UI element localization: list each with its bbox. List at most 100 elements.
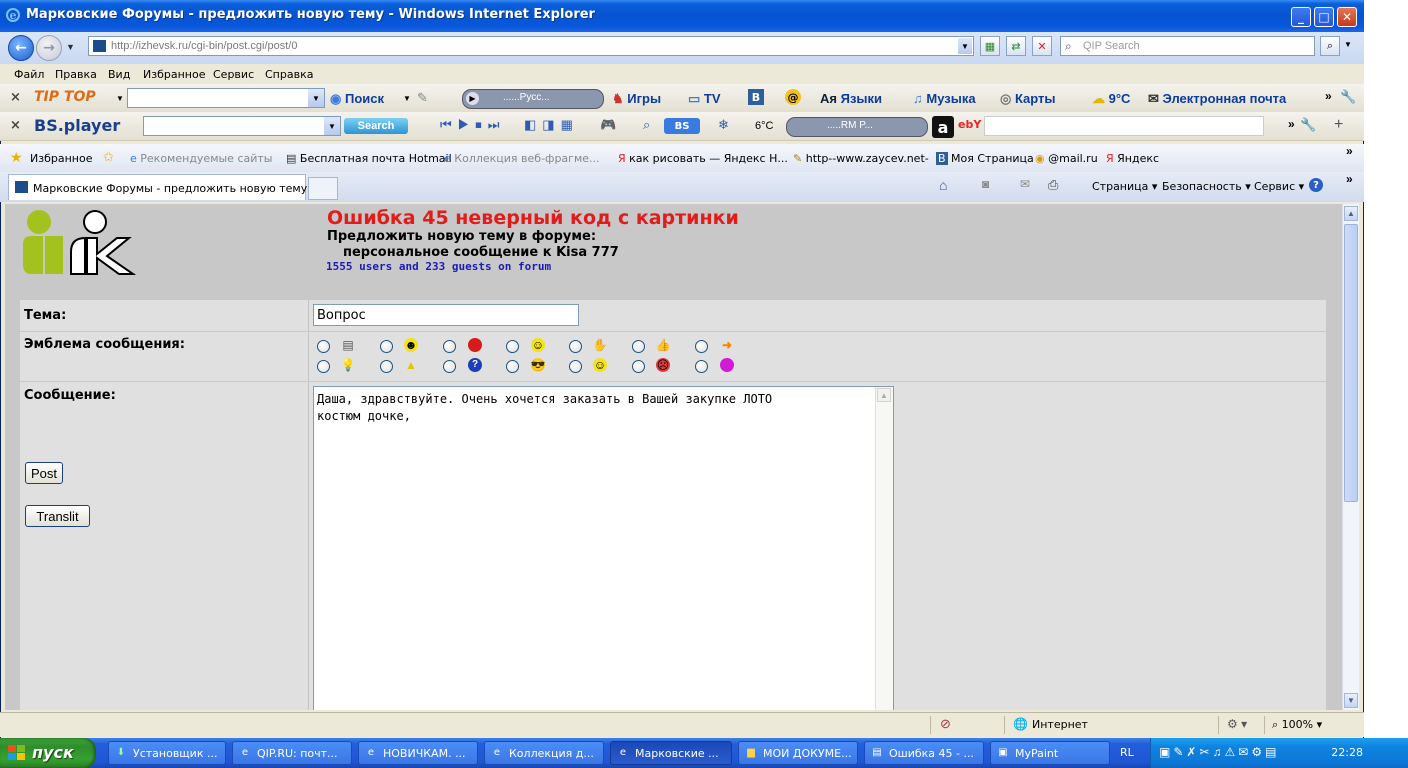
feeds-icon[interactable]: ◙: [982, 177, 989, 191]
start-button[interactable]: пуск: [0, 738, 96, 768]
page-menu[interactable]: Страница ▾: [1092, 180, 1157, 193]
menu-edit[interactable]: Правка: [55, 68, 97, 81]
help-icon[interactable]: ?: [1309, 178, 1323, 192]
ebay-icon[interactable]: ebY: [958, 118, 981, 131]
menu-help[interactable]: Справка: [265, 68, 313, 81]
translit-button[interactable]: Translit: [25, 505, 90, 527]
fav-my-page[interactable]: B Моя Страница: [936, 152, 1034, 165]
taskbar-button-qip[interactable]: e QIP.RU: почт...: [232, 741, 352, 765]
emblem-radio[interactable]: [506, 340, 519, 353]
address-dropdown-icon[interactable]: ▼: [958, 38, 972, 54]
stop-icon[interactable]: ✕: [1032, 36, 1052, 56]
print-icon[interactable]: ⎙: [1048, 177, 1058, 193]
language-indicator[interactable]: RL: [1120, 746, 1134, 759]
mailru-icon[interactable]: @: [785, 89, 801, 105]
add-icon[interactable]: +: [1334, 116, 1343, 134]
emblem-radio[interactable]: [317, 340, 330, 353]
emblem-radio[interactable]: [380, 360, 393, 373]
taskbar-button-novichkam[interactable]: e НОВИЧКАМ. ...: [358, 741, 478, 765]
forward-button[interactable]: →: [36, 35, 62, 61]
play-icon[interactable]: ▶: [466, 92, 479, 105]
taskbar-button-markovskie[interactable]: e Марковские ...: [610, 741, 732, 765]
history-dropdown-icon[interactable]: ▼: [66, 42, 75, 52]
emblem-radio[interactable]: [317, 360, 330, 373]
chevron-right-icon[interactable]: »: [1346, 172, 1353, 186]
close-toolbar-icon[interactable]: ×: [10, 90, 21, 105]
mail-icon[interactable]: ✉: [1020, 177, 1030, 191]
wrench-icon[interactable]: 🔧: [1340, 89, 1356, 105]
menu-tools[interactable]: Сервис: [213, 68, 254, 81]
fav-hotmail[interactable]: ▤ Бесплатная почта Hotmail: [286, 152, 452, 165]
protected-mode-icon[interactable]: ⚙ ▾: [1227, 717, 1247, 731]
fav-webslices[interactable]: e Коллекция веб-фрагме...: [444, 152, 600, 165]
emblem-radio[interactable]: [632, 360, 645, 373]
scroll-up-icon[interactable]: ▲: [1344, 206, 1358, 221]
languages-button[interactable]: Aя Языки: [820, 91, 882, 106]
fav-mailru[interactable]: ◉ @mail.ru: [1035, 152, 1098, 165]
taskbar-button-mypaint[interactable]: ▣ MyPaint: [990, 741, 1110, 765]
search-dropdown-icon[interactable]: ▼: [403, 94, 411, 103]
chevron-right-icon[interactable]: »: [1325, 89, 1332, 103]
tiptop-search-input[interactable]: ▼: [127, 88, 325, 108]
tv-button[interactable]: ▭ TV: [688, 91, 721, 107]
minimize-button[interactable]: _: [1291, 7, 1311, 27]
page-scrollbar[interactable]: ▲ ▼: [1342, 204, 1359, 710]
scroll-thumb[interactable]: [1344, 224, 1358, 502]
search-box[interactable]: ⌕ QIP Search: [1060, 36, 1315, 56]
taskbar-button-installer[interactable]: ⬇ Установщик ...: [108, 741, 226, 765]
fav-recommended[interactable]: e Рекомендуемые сайты: [130, 152, 272, 165]
games-button[interactable]: ♞ Игры: [612, 91, 661, 107]
taskbar-button-error[interactable]: ▤ Ошибка 45 - ...: [864, 741, 984, 765]
email-button[interactable]: ✉ Электронная почта: [1148, 91, 1286, 107]
home-icon[interactable]: ⌂: [939, 177, 947, 193]
search-go-icon[interactable]: ⌕: [1320, 36, 1340, 56]
wrench-icon[interactable]: 🔧: [1300, 117, 1316, 133]
scroll-up-icon[interactable]: ▲: [877, 388, 891, 402]
title-bar[interactable]: e Марковские Форумы - предложить новую т…: [0, 0, 1364, 32]
emblem-radio[interactable]: [443, 360, 456, 373]
weather-button[interactable]: ☁ 9°C: [1092, 91, 1130, 107]
emblem-radio[interactable]: [695, 360, 708, 373]
menu-favorites[interactable]: Избранное: [143, 68, 205, 81]
security-menu[interactable]: Безопасность ▾: [1162, 180, 1251, 193]
close-toolbar-icon[interactable]: ×: [10, 118, 21, 133]
maximize-button[interactable]: □: [1314, 7, 1334, 27]
bs-button[interactable]: BS: [664, 118, 700, 134]
tray-icons[interactable]: ▣✎✗✂♫⚠✉⚙▤: [1159, 745, 1279, 759]
gamepad-icon[interactable]: 🎮: [600, 117, 616, 133]
emblem-radio[interactable]: [569, 360, 582, 373]
menu-file[interactable]: Файл: [14, 68, 44, 81]
snow-icon[interactable]: ❄: [718, 117, 729, 133]
amazon-icon[interactable]: a: [932, 116, 954, 138]
compat-icon[interactable]: ▦: [980, 36, 1000, 56]
bsplayer-search-button[interactable]: Search: [344, 118, 408, 134]
taskbar-button-collection[interactable]: e Коллекция д...: [484, 741, 604, 765]
maps-button[interactable]: ◎ Карты: [1000, 91, 1056, 107]
emblem-radio[interactable]: [506, 360, 519, 373]
zoom-control[interactable]: ⌕ 100% ▾: [1272, 718, 1322, 732]
emblem-radio[interactable]: [380, 340, 393, 353]
media-controls-icon[interactable]: ⏮▶⏹⏭: [440, 117, 506, 133]
tiptop-menu-icon[interactable]: ▼: [116, 94, 124, 103]
emblem-radio[interactable]: [443, 340, 456, 353]
taskbar-button-documents[interactable]: ▆ МОИ ДОКУМЕ...: [738, 741, 858, 765]
emblem-radio[interactable]: [695, 340, 708, 353]
pencil-icon[interactable]: ✎: [417, 90, 428, 106]
chevron-right-icon[interactable]: »: [1346, 144, 1353, 158]
textarea-scrollbar[interactable]: ▲: [875, 387, 893, 710]
music-button[interactable]: ♫ Музыка: [913, 91, 976, 106]
post-button[interactable]: Post: [25, 462, 63, 484]
message-textarea[interactable]: Даша, здравствуйте. Очень хочется заказа…: [313, 386, 894, 710]
scroll-down-icon[interactable]: ▼: [1344, 693, 1358, 708]
tab-active[interactable]: Марковские Форумы - предложить новую тем…: [8, 174, 307, 200]
fav-yandex[interactable]: Я Яндекс: [1106, 152, 1159, 165]
emblem-radio[interactable]: [632, 340, 645, 353]
blocked-icon[interactable]: ⊘: [940, 716, 951, 732]
fav-yandex-draw[interactable]: Я как рисовать — Яндекс Н...: [618, 152, 788, 165]
add-favorite-icon[interactable]: ✩: [103, 149, 114, 165]
radio-player-2[interactable]: .....RM P...: [786, 117, 928, 137]
emblem-radio[interactable]: [569, 340, 582, 353]
media-extra-icon[interactable]: ◧◨▦: [524, 117, 579, 133]
back-button[interactable]: ←: [8, 35, 34, 61]
bsplayer-search-input[interactable]: ▼: [143, 116, 341, 136]
